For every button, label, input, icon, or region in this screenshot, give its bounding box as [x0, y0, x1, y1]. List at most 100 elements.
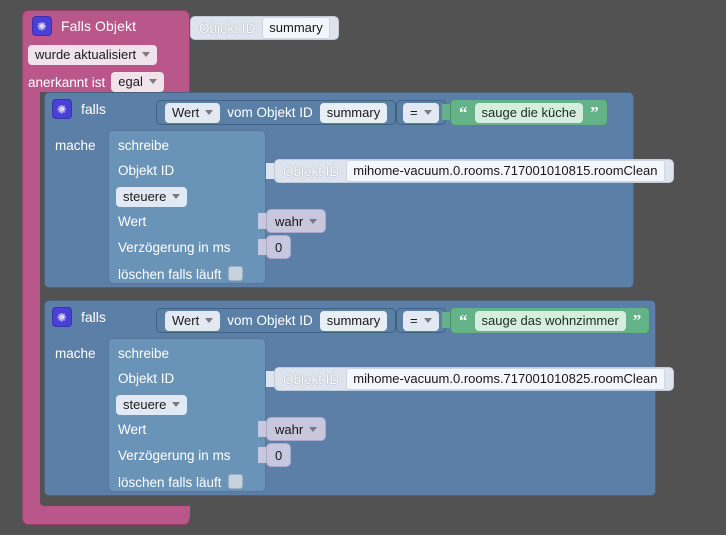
write-block-1-object-id-arg[interactable]: Objekt ID mihome-vacuum.0.rooms.71700101… — [274, 159, 674, 183]
chevron-down-icon — [205, 109, 214, 115]
write-block-2-mode-dropdown[interactable]: steuere — [116, 395, 188, 415]
if-2-string-block[interactable]: “ sauge das wohnzimmer ” — [450, 307, 651, 334]
trigger-condition-dropdown-label: wurde aktualisiert — [35, 47, 137, 62]
write-block-2-value-label: Wert — [118, 422, 147, 437]
write-block-1-clear-checkbox[interactable] — [227, 266, 243, 281]
trigger-condition-dropdown[interactable]: wurde aktualisiert — [28, 45, 158, 65]
write-block-2-arg-label: Objekt ID — [283, 371, 340, 387]
write-block-1-mode-row: steuere — [116, 187, 188, 207]
chevron-down-icon — [148, 79, 157, 84]
blockly-canvas[interactable]: Falls Objekt Objekt ID summary wurde akt… — [0, 0, 726, 535]
chevron-down-icon — [309, 218, 318, 224]
if-1-value-dropdown-label: Wert — [172, 104, 200, 120]
write-block-1-mode-dropdown[interactable]: steuere — [116, 187, 188, 207]
write-block-2-clear-row: löschen falls läuft — [118, 474, 243, 490]
write-1-objid-notch — [266, 163, 274, 179]
quote-open-icon: “ — [459, 102, 468, 122]
trigger-header-row: Falls Objekt — [32, 16, 136, 36]
if-1-get-value-block[interactable]: Wert vom Objekt ID summary — [156, 100, 397, 125]
trigger-ack-row: anerkannt ist egal — [28, 72, 164, 92]
write-block-1-value-label: Wert — [118, 214, 147, 229]
write-block-2-clear-label: löschen falls läuft — [118, 475, 222, 490]
trigger-ack-label: anerkannt ist — [28, 74, 106, 90]
trigger-object-id-label: Objekt ID — [199, 20, 256, 36]
write-block-1-value-dropdown[interactable]: wahr — [266, 209, 327, 233]
if-1-string-notch — [442, 104, 450, 120]
trigger-condition-row: wurde aktualisiert — [28, 45, 158, 65]
quote-close-icon: ” — [590, 102, 599, 122]
chevron-down-icon — [172, 402, 181, 407]
if-1-operator-label: = — [410, 104, 418, 120]
write-block-2-mode-label: steuere — [123, 397, 167, 412]
trigger-object-id-value[interactable]: summary — [262, 17, 330, 39]
if-1-of-object-label: vom Objekt ID — [227, 105, 313, 120]
trigger-ack-dropdown[interactable]: egal — [111, 72, 164, 92]
if-1-value-dropdown[interactable]: Wert — [165, 102, 221, 123]
write-block-2-delay-label: Verzögerung in ms — [118, 448, 231, 463]
trigger-object-id-arg[interactable]: Objekt ID summary — [190, 16, 339, 40]
if-2-object-id-value[interactable]: summary — [319, 310, 388, 331]
gear-icon[interactable] — [32, 16, 52, 36]
write-block-1[interactable] — [108, 130, 266, 284]
write-block-1-delay-value[interactable]: 0 — [266, 235, 292, 259]
if-2-value-dropdown[interactable]: Wert — [165, 310, 221, 331]
if-2-operator-label: = — [410, 312, 418, 328]
gear-icon[interactable] — [52, 307, 72, 327]
write-block-1-title: schreibe — [118, 138, 170, 153]
if-2-string-notch — [442, 312, 450, 328]
write-1-value-notch — [258, 213, 266, 229]
chevron-down-icon — [423, 109, 432, 115]
write-block-1-delay-label: Verzögerung in ms — [118, 240, 231, 255]
if-block-1-header: falls — [52, 99, 106, 119]
if-1-string-block[interactable]: “ sauge die küche ” — [450, 99, 608, 126]
write-block-1-object-id-label: Objekt ID — [118, 163, 175, 178]
write-2-objid-notch — [266, 371, 274, 387]
if-1-condition-notch — [148, 104, 156, 120]
write-block-2-arg-value[interactable]: mihome-vacuum.0.rooms.717001010825.roomC… — [346, 368, 665, 390]
if-2-condition-notch — [148, 312, 156, 328]
trigger-ack-dropdown-label: egal — [118, 74, 143, 89]
quote-close-icon: ” — [632, 310, 642, 330]
write-1-delay-notch — [258, 239, 266, 255]
chevron-down-icon — [309, 426, 318, 432]
write-2-value-notch — [258, 421, 266, 437]
write-block-2[interactable] — [108, 338, 266, 492]
if-1-object-id-value[interactable]: summary — [319, 102, 388, 123]
quote-open-icon: “ — [459, 310, 468, 330]
if-2-get-value-block[interactable]: Wert vom Objekt ID summary — [156, 308, 397, 333]
if-1-compare-block[interactable]: = — [396, 100, 446, 125]
write-block-2-value-dropdown[interactable]: wahr — [266, 417, 327, 441]
write-block-1-mode-label: steuere — [123, 189, 167, 204]
if-2-compare-block[interactable]: = — [396, 308, 446, 333]
if-2-compare-text[interactable]: sauge das wohnzimmer — [474, 310, 626, 331]
if-block-1-do-label: mache — [55, 138, 96, 153]
write-block-2-delay-value[interactable]: 0 — [266, 443, 292, 467]
if-2-operator-dropdown[interactable]: = — [403, 310, 439, 331]
write-block-2-value-dropdown-label: wahr — [275, 421, 304, 437]
if-block-1-label: falls — [81, 101, 106, 117]
write-block-2-mode-row: steuere — [116, 395, 188, 415]
if-block-2-label: falls — [81, 309, 106, 325]
chevron-down-icon — [172, 194, 181, 199]
write-block-1-clear-row: löschen falls läuft — [118, 266, 243, 282]
write-2-delay-notch — [258, 447, 266, 463]
trigger-block-bottom-arm — [40, 506, 190, 519]
write-block-1-value-dropdown-label: wahr — [275, 213, 304, 229]
write-block-1-arg-value[interactable]: mihome-vacuum.0.rooms.717001010815.roomC… — [346, 160, 665, 182]
if-1-operator-dropdown[interactable]: = — [403, 102, 439, 123]
write-block-2-clear-checkbox[interactable] — [227, 474, 243, 489]
if-2-value-dropdown-label: Wert — [172, 312, 200, 328]
gear-icon[interactable] — [52, 99, 72, 119]
chevron-down-icon — [142, 52, 151, 57]
if-block-2-do-label: mache — [55, 346, 96, 361]
write-block-2-object-id-label: Objekt ID — [118, 371, 175, 386]
write-block-2-object-id-arg[interactable]: Objekt ID mihome-vacuum.0.rooms.71700101… — [274, 367, 674, 391]
chevron-down-icon — [423, 317, 432, 323]
trigger-title: Falls Objekt — [61, 18, 137, 34]
write-block-1-clear-label: löschen falls läuft — [118, 267, 222, 282]
write-block-1-arg-label: Objekt ID — [283, 163, 340, 179]
if-2-of-object-label: vom Objekt ID — [227, 313, 313, 328]
if-block-2-header: falls — [52, 307, 106, 327]
if-1-compare-text[interactable]: sauge die küche — [474, 102, 584, 123]
write-block-2-title: schreibe — [118, 346, 170, 361]
